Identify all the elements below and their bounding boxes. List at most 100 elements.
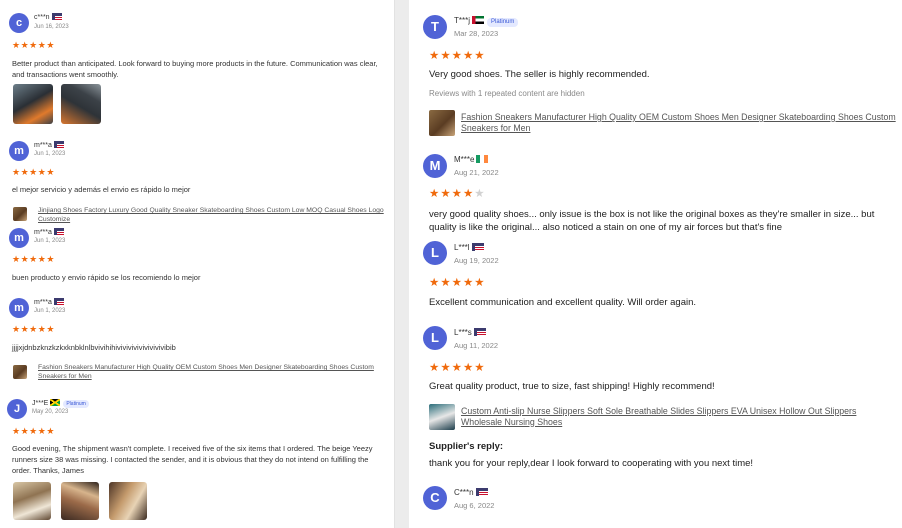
review-date: Aug 6, 2022 [454,501,495,510]
product-link[interactable]: Fashion Sneakers Manufacturer High Quali… [461,112,897,133]
review-text: jjjjxjdnbzknzkzkxknbklnlbvivihihiviviviv… [12,343,176,352]
review-date: Jun 1, 2023 [34,238,66,244]
star-filled-icon: ★ [440,50,452,62]
review-date: Aug 19, 2022 [454,256,499,265]
star-filled-icon: ★ [12,426,21,436]
product-thumbnail[interactable] [13,207,27,221]
star-empty-icon: ★ [474,188,486,200]
reviewer-name: m***a [34,228,64,236]
avatar: m [9,141,29,161]
star-filled-icon: ★ [12,40,21,50]
product-link[interactable]: Custom Anti-slip Nurse Slippers Soft Sol… [461,406,897,427]
star-filled-icon: ★ [429,50,441,62]
star-filled-icon: ★ [20,426,30,436]
review-photo[interactable] [61,84,101,124]
product-link[interactable]: Fashion Sneakers Manufacturer High Quali… [38,364,390,381]
avatar: c [9,13,29,33]
star-filled-icon: ★ [46,254,55,264]
star-rating: ★★★★★ [12,426,55,437]
reviewer-name: L***l [454,243,484,252]
hidden-reviews-note: Reviews with 1 repeated content are hidd… [429,89,585,98]
star-rating: ★★★★★ [12,254,55,265]
star-filled-icon: ★ [462,188,475,200]
star-filled-icon: ★ [46,40,55,50]
review-photo[interactable] [13,482,51,520]
supplier-reply-text: thank you for your reply,dear I look for… [429,458,754,469]
star-filled-icon: ★ [20,324,30,334]
us-flag-icon [475,488,488,496]
star-filled-icon: ★ [20,167,30,177]
star-rating: ★★★★★ [12,167,55,178]
star-filled-icon: ★ [429,188,441,200]
review-date: May 20, 2023 [32,409,69,415]
star-filled-icon: ★ [440,362,452,374]
star-filled-icon: ★ [29,324,38,334]
star-filled-icon: ★ [462,362,475,374]
star-filled-icon: ★ [451,188,463,200]
star-filled-icon: ★ [474,50,486,62]
review-date: Aug 11, 2022 [454,341,499,350]
review-text: buen producto y envio rápido se los reco… [12,273,201,282]
product-thumbnail[interactable] [13,365,27,379]
review-text: Great quality product, true to size, fas… [429,381,715,392]
review-date: Aug 21, 2022 [454,168,499,177]
star-filled-icon: ★ [474,277,486,289]
star-rating: ★★★★★ [429,48,486,62]
product-thumbnail[interactable] [429,110,455,136]
review-text: Better product than anticipated. Look fo… [12,59,378,79]
star-filled-icon: ★ [474,362,486,374]
product-link[interactable]: Jinjiang Shoes Factory Luxury Good Quali… [38,207,386,224]
reviewer-name: c***n [34,13,62,21]
panel-divider [395,0,409,528]
left-review-panel: c c***n Jun 16, 2023 ★★★★★ Better produc… [0,0,395,528]
star-filled-icon: ★ [429,277,441,289]
reviewer-name: m***a [34,298,64,306]
product-thumbnail[interactable] [429,404,455,430]
supplier-reply-label: Supplier's reply: [429,441,504,452]
review-text: Good evening, The shipment wasn't comple… [12,444,373,475]
star-filled-icon: ★ [451,277,463,289]
reviewer-name: C***n [454,488,488,497]
review-photo[interactable] [13,84,53,124]
star-rating: ★★★★★ [12,324,55,335]
star-filled-icon: ★ [29,167,38,177]
star-filled-icon: ★ [46,426,55,436]
platinum-badge: Platinum [487,18,519,27]
review-text: Excellent communication and excellent qu… [429,297,697,308]
us-flag-icon [51,13,62,20]
star-filled-icon: ★ [462,277,475,289]
avatar: L [423,326,447,350]
review-date: Jun 16, 2023 [34,24,69,30]
review-text: very good quality shoes... only issue is… [429,209,875,233]
star-rating: ★★★★★ [12,40,55,51]
star-filled-icon: ★ [46,324,55,334]
star-filled-icon: ★ [12,167,21,177]
star-filled-icon: ★ [440,188,452,200]
avatar: M [423,154,447,178]
avatar: m [9,228,29,248]
star-rating: ★★★★★ [429,360,486,374]
star-filled-icon: ★ [462,50,475,62]
jamaica-flag-icon [50,399,61,406]
us-flag-icon [471,243,484,251]
us-flag-icon [53,141,64,148]
star-filled-icon: ★ [20,40,30,50]
review-date: Jun 1, 2023 [34,308,66,314]
reviewer-name: L***s [454,328,486,337]
us-flag-icon [53,228,64,235]
star-filled-icon: ★ [451,50,463,62]
star-rating: ★★★★★ [429,275,486,289]
avatar: L [423,241,447,265]
reviewer-name: M***e [454,155,489,164]
star-filled-icon: ★ [29,426,38,436]
star-filled-icon: ★ [451,362,463,374]
avatar: J [7,399,27,419]
star-rating: ★★★★★ [429,186,486,200]
review-date: Mar 28, 2023 [454,29,499,38]
review-text: el mejor servicio y además el envio es r… [12,185,191,194]
avatar: C [423,486,447,510]
review-photo[interactable] [109,482,147,520]
star-filled-icon: ★ [20,254,30,264]
review-photo[interactable] [61,482,99,520]
us-flag-icon [53,298,64,305]
